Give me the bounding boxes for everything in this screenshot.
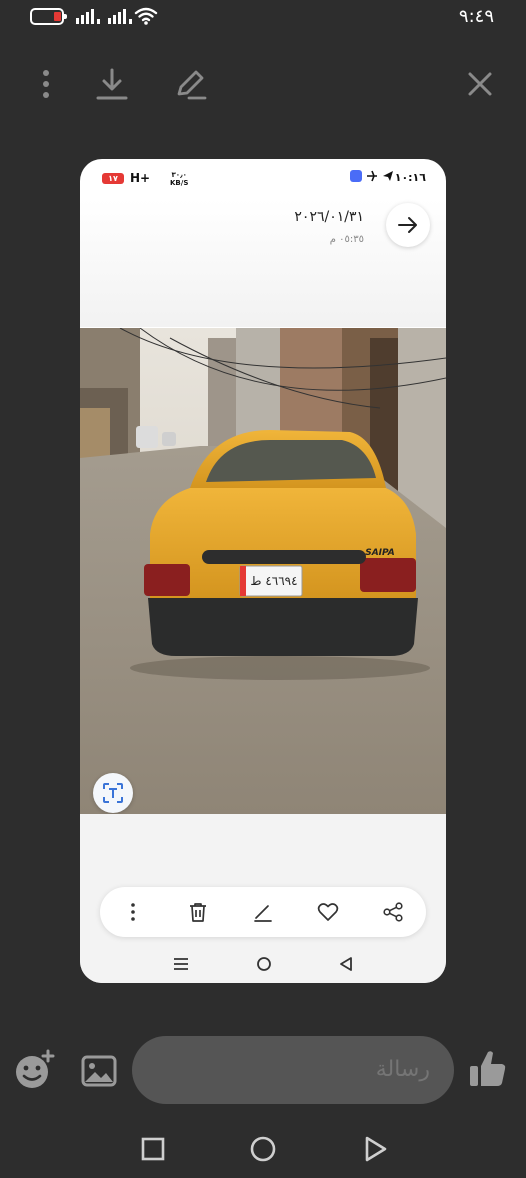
close-icon[interactable]	[462, 66, 498, 102]
preview-nav-bar	[80, 949, 446, 979]
app-icon	[350, 170, 362, 182]
more-options-icon[interactable]	[118, 897, 148, 927]
home-icon	[257, 957, 271, 971]
telegram-icon	[383, 171, 393, 181]
image-action-bar	[100, 887, 426, 937]
preview-subtime: ٠٥:٣٥ م	[329, 234, 364, 245]
status-bar: ٩:٤٩	[0, 0, 526, 34]
preview-network-label: H+	[130, 171, 151, 185]
gallery-icon[interactable]	[80, 1052, 118, 1090]
recent-apps-icon[interactable]	[138, 1134, 168, 1164]
more-vertical-icon[interactable]	[28, 66, 64, 102]
text-recognition-button[interactable]	[93, 773, 133, 813]
share-icon[interactable]	[378, 897, 408, 927]
edit-image-icon[interactable]	[248, 897, 278, 927]
license-plate: ٤٦٦٩٤ ط	[250, 574, 297, 588]
car-photo: ٤٦٦٩٤ ط SAIPA	[80, 328, 446, 814]
system-nav-bar	[0, 1128, 526, 1172]
signal-icon	[76, 8, 100, 24]
back-icon	[339, 957, 352, 971]
edit-icon[interactable]	[172, 66, 208, 102]
preview-time: ١٠:١٦	[394, 171, 426, 184]
image-preview-card[interactable]: ١٧ H+ ٣٠٫٠ KB/S ١٠:١٦ ٢٠٢٦/٠١/٣١ ٠٥:٣٥ م	[80, 159, 446, 983]
download-icon[interactable]	[94, 66, 130, 102]
scan-text-icon	[103, 783, 123, 803]
wifi-icon	[134, 7, 158, 25]
preview-battery-badge: ١٧	[102, 173, 124, 184]
arrow-right-icon	[398, 217, 417, 233]
forward-button[interactable]	[386, 203, 430, 247]
back-button-icon[interactable]	[360, 1134, 390, 1164]
preview-speed: ٣٠٫٠ KB/S	[170, 171, 188, 187]
thumbs-up-icon[interactable]	[468, 1048, 508, 1090]
preview-app-icons	[350, 170, 394, 182]
recents-icon	[174, 958, 189, 970]
preview-status-bar: ١٧ H+ ٣٠٫٠ KB/S ١٠:١٦	[80, 159, 446, 195]
status-time: ٩:٤٩	[458, 6, 494, 27]
emoji-add-icon[interactable]	[14, 1048, 56, 1090]
delete-icon[interactable]	[183, 897, 213, 927]
home-button-icon[interactable]	[248, 1134, 278, 1164]
message-input[interactable]	[132, 1036, 454, 1104]
battery-icon	[30, 8, 67, 25]
airplane-icon	[367, 170, 377, 182]
signal-icon-2	[108, 8, 132, 24]
preview-speed-value: ٣٠٫٠	[171, 171, 187, 179]
favorite-icon[interactable]	[313, 897, 343, 927]
car-badge: SAIPA	[365, 548, 395, 558]
preview-speed-unit: KB/S	[170, 179, 189, 187]
preview-date: ٢٠٢٦/٠١/٣١	[294, 209, 364, 225]
